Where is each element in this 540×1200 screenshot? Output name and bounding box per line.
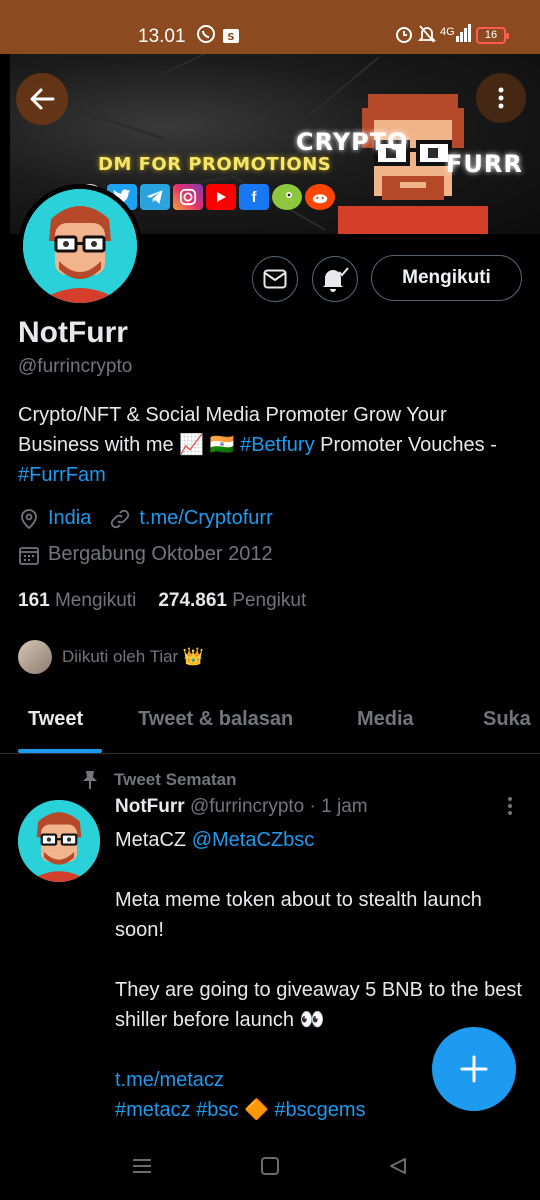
instagram-icon	[173, 184, 203, 210]
svg-text:S: S	[227, 32, 234, 43]
status-time: 13.01	[138, 26, 186, 47]
bell-check-icon	[323, 267, 349, 292]
followers-label: Pengikut	[232, 590, 307, 611]
network-label: 4G	[440, 26, 455, 38]
tweet-time: · 1 jam	[309, 796, 368, 817]
profile-location: India	[48, 507, 92, 529]
shopee-icon: S	[222, 24, 240, 49]
signal-icon	[456, 24, 472, 47]
tab-tweets-replies[interactable]: Tweet & balasan	[138, 708, 293, 731]
home-square-icon[interactable]	[260, 1156, 280, 1176]
more-vertical-icon	[498, 87, 504, 109]
followed-by-text: Diikuti oleh Tiar 👑	[62, 647, 205, 666]
bio-hashtag-furrfam[interactable]: #FurrFam	[18, 464, 106, 486]
follower-avatar	[18, 640, 52, 674]
calendar-icon	[19, 546, 39, 565]
coingecko-icon	[272, 184, 302, 210]
more-vertical-icon	[508, 797, 512, 815]
pin-icon	[83, 771, 97, 789]
more-options-button[interactable]	[476, 73, 526, 123]
menu-icon[interactable]	[132, 1156, 152, 1176]
tab-tweets[interactable]: Tweet	[28, 708, 83, 731]
tab-likes[interactable]: Suka	[483, 708, 531, 731]
status-bar: 13.01 S 4G 16	[0, 0, 540, 54]
tweet-paragraph: They are going to giveaway 5 BNB to the …	[115, 979, 522, 1031]
reddit-icon	[305, 184, 335, 210]
following-button[interactable]: Mengikuti	[371, 255, 522, 301]
profile-tabs: Tweet Tweet & balasan Media Suka	[0, 692, 540, 754]
profile-meta-row: India t.me/Cryptofurr	[18, 507, 273, 530]
active-tab-indicator	[18, 749, 102, 753]
facebook-icon: f	[239, 184, 269, 210]
tweet-text: MetaCZ	[115, 829, 192, 851]
tweet-author-handle[interactable]: @furrincrypto	[190, 796, 304, 817]
profile-handle: @furrincrypto	[18, 356, 133, 377]
tweet-mention[interactable]: @MetaCZbsc	[192, 829, 315, 851]
content-fade	[0, 1120, 540, 1142]
alarm-icon	[394, 24, 414, 49]
tab-media[interactable]: Media	[357, 708, 414, 731]
bio-hashtag-betfury[interactable]: #Betfury	[240, 434, 314, 456]
profile-bio: Crypto/NFT & Social Media Promoter Grow …	[18, 400, 518, 490]
mute-icon	[417, 24, 437, 49]
location-pin-icon	[21, 508, 37, 529]
banner-brand-line1: CRYPTO	[296, 128, 409, 156]
avatar-character-illustration	[23, 189, 137, 303]
avatar-character-illustration	[18, 800, 100, 882]
mail-icon	[263, 269, 287, 289]
profile-website-link[interactable]: t.me/Cryptofurr	[139, 507, 272, 530]
arrow-left-icon	[30, 88, 55, 110]
system-nav-bar	[0, 1140, 540, 1200]
followers-count-link[interactable]: 274.861 Pengikut	[158, 590, 306, 612]
tweet-author-name[interactable]: NotFurr	[115, 796, 185, 817]
profile-joined-row: Bergabung Oktober 2012	[18, 543, 273, 566]
profile-joined-date: Bergabung Oktober 2012	[48, 543, 273, 565]
telegram-icon	[140, 184, 170, 210]
profile-name: NotFurr	[18, 316, 128, 349]
followed-by-row[interactable]: Diikuti oleh Tiar 👑	[18, 640, 204, 674]
following-count: 161	[18, 590, 50, 611]
tweet-paragraph: Meta meme token about to stealth launch …	[115, 889, 482, 941]
bio-text: Promoter Vouches -	[314, 434, 497, 456]
banner-brand-line2: FURR	[446, 150, 523, 178]
back-button[interactable]	[16, 73, 68, 125]
tweet-more-button[interactable]	[502, 796, 518, 816]
pinned-label-text: Tweet Sematan	[114, 770, 237, 789]
youtube-icon	[206, 184, 236, 210]
compose-tweet-button[interactable]	[432, 1027, 516, 1111]
plus-icon	[460, 1055, 488, 1083]
banner-promo-text: DM FOR PROMOTIONS	[98, 154, 332, 175]
followers-count: 274.861	[158, 590, 227, 611]
message-button[interactable]	[252, 256, 298, 302]
tweet-line: MetaCZ @MetaCZbsc	[115, 825, 525, 855]
profile-stats: 161 Mengikuti 274.861 Pengikut	[18, 590, 306, 612]
battery-icon: 16	[476, 27, 509, 44]
following-label: Mengikuti	[54, 590, 137, 611]
following-count-link[interactable]: 161 Mengikuti	[18, 590, 136, 612]
tweet-author-avatar[interactable]	[18, 800, 100, 882]
back-triangle-icon[interactable]	[388, 1156, 408, 1176]
link-icon	[111, 509, 130, 528]
notification-bell-button[interactable]	[312, 256, 358, 302]
pinned-tweet-label: Tweet Sematan	[80, 770, 237, 790]
tweet-header: NotFurr @furrincrypto · 1 jam	[115, 796, 368, 818]
whatsapp-icon	[196, 24, 216, 49]
profile-avatar[interactable]	[18, 184, 142, 308]
